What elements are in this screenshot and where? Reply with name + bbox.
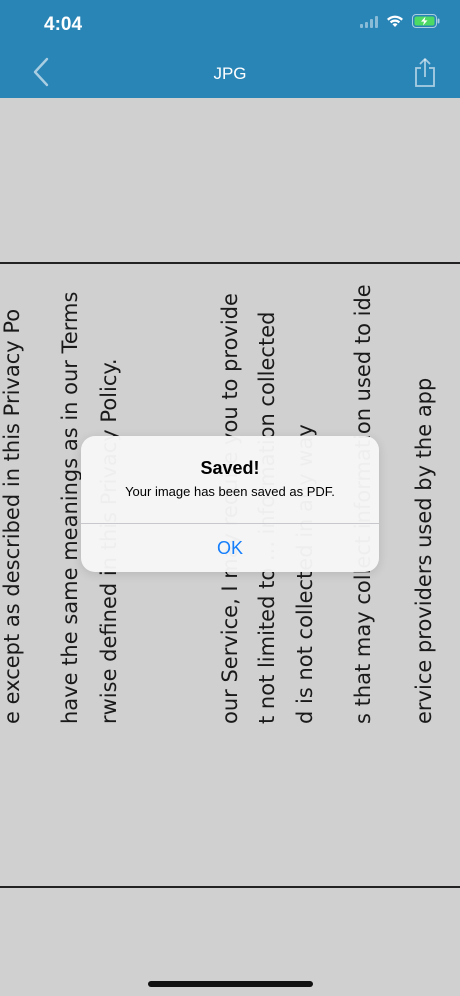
saved-alert: Saved! Your image has been saved as PDF.… bbox=[81, 436, 379, 572]
alert-message: Your image has been saved as PDF. bbox=[125, 484, 335, 499]
status-icons bbox=[360, 14, 440, 33]
alert-title: Saved! bbox=[200, 458, 260, 478]
document-text-line: e except as described in this Privacy Po bbox=[0, 308, 24, 724]
document-text-line: have the same meanings as in our Terms bbox=[58, 291, 82, 724]
ok-button[interactable]: OK bbox=[81, 524, 379, 572]
status-time: 4:04 bbox=[44, 14, 83, 35]
nav-title: JPG bbox=[213, 64, 247, 83]
wifi-icon bbox=[386, 15, 404, 33]
document-text-line: ervice providers used by the app bbox=[412, 377, 436, 724]
share-icon bbox=[414, 57, 436, 93]
status-bar: 4:04 bbox=[0, 0, 460, 50]
battery-charging-icon bbox=[412, 14, 440, 33]
share-button[interactable] bbox=[410, 57, 440, 93]
nav-bar: JPG bbox=[0, 50, 460, 98]
document-text-column: ervice providers used by the app bbox=[406, 264, 446, 724]
document-text-column: e except as described in this Privacy Po bbox=[0, 264, 34, 724]
document-bottom-border bbox=[0, 886, 460, 888]
signal-icon bbox=[360, 15, 378, 33]
home-indicator[interactable] bbox=[148, 981, 313, 987]
